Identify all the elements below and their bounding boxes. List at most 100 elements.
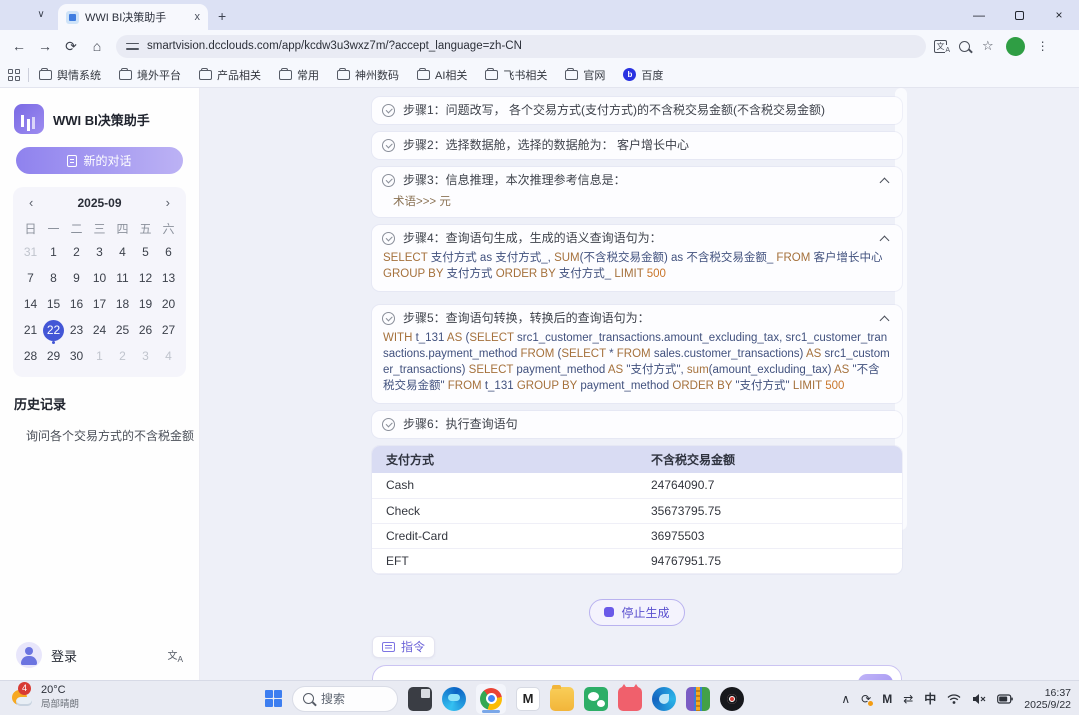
search-lens-icon[interactable] [959, 41, 970, 52]
calendar-day[interactable]: 2 [111, 345, 134, 367]
window-maximize-button[interactable] [999, 0, 1039, 30]
browser-menu-icon[interactable]: ⋮ [1037, 39, 1049, 53]
tab-close-icon[interactable]: x [195, 11, 201, 23]
back-icon[interactable]: ← [6, 38, 32, 54]
calendar-day[interactable]: 9 [65, 267, 88, 289]
translate-icon[interactable]: 文 [934, 40, 947, 53]
calendar-day[interactable]: 4 [157, 345, 180, 367]
calendar-day[interactable]: 16 [65, 293, 88, 315]
calendar-day[interactable]: 23 [65, 319, 88, 341]
bookmark-item[interactable]: 舆情系统 [39, 67, 101, 83]
calendar-day[interactable]: 7 [19, 267, 42, 289]
bookmark-item[interactable]: 常用 [279, 67, 319, 83]
stop-generating-button[interactable]: 停止生成 [589, 599, 684, 626]
file-explorer-icon[interactable] [550, 687, 574, 711]
calendar-day[interactable]: 1 [42, 241, 65, 263]
reload-icon[interactable]: ⟳ [58, 38, 84, 55]
tray-expand-icon[interactable]: ∧ [841, 692, 850, 706]
history-item[interactable]: 询问各个交易方式的不含税金额 [0, 413, 199, 444]
calendar-day[interactable]: 31 [19, 241, 42, 263]
home-icon[interactable]: ⌂ [84, 38, 110, 54]
bookmark-item[interactable]: AI相关 [417, 67, 467, 83]
chevron-up-icon[interactable] [881, 176, 890, 185]
calendar-day[interactable]: 13 [157, 267, 180, 289]
chevron-up-icon[interactable] [881, 234, 890, 243]
calendar-day[interactable]: 27 [157, 319, 180, 341]
red-cat-app-icon[interactable] [618, 687, 642, 711]
taskbar-search-box[interactable]: 搜索 [292, 686, 398, 712]
tab-search-icon[interactable]: ∨ [30, 7, 52, 24]
blue-app-icon[interactable] [652, 687, 676, 711]
calendar-day[interactable]: 1 [88, 345, 111, 367]
profile-avatar[interactable] [1006, 37, 1025, 56]
calendar-day[interactable]: 15 [42, 293, 65, 315]
forward-icon[interactable]: → [32, 38, 58, 54]
bookmark-item[interactable]: 产品相关 [199, 67, 261, 83]
markdown-app-icon[interactable]: M [516, 687, 540, 711]
window-minimize-button[interactable]: — [959, 0, 999, 30]
new-chat-button[interactable]: 新的对话 [16, 147, 183, 174]
calendar-day[interactable]: 28 [19, 345, 42, 367]
weather-widget[interactable]: 4 20°C 局部晴朗 [10, 684, 79, 710]
bookmark-item[interactable]: 神州数码 [337, 67, 399, 83]
new-chat-label: 新的对话 [83, 152, 131, 169]
login-button[interactable]: 登录 [51, 646, 167, 665]
bookmark-item[interactable]: 官网 [565, 67, 605, 83]
wechat-app-icon[interactable] [584, 687, 608, 711]
calendar-day[interactable]: 30 [65, 345, 88, 367]
bookmark-item[interactable]: 飞书相关 [485, 67, 547, 83]
tray-sync-icon[interactable]: ⟳ [861, 692, 871, 706]
calendar-day[interactable]: 5 [134, 241, 157, 263]
apps-grid-icon[interactable] [8, 69, 20, 81]
tray-transfer-icon[interactable]: ⇄ [903, 692, 913, 706]
calendar-day[interactable]: 4 [111, 241, 134, 263]
calendar-day[interactable]: 29 [42, 345, 65, 367]
tray-m-icon[interactable]: M [882, 692, 892, 706]
window-close-button[interactable]: × [1039, 0, 1079, 30]
battery-icon[interactable] [997, 694, 1013, 704]
calendar-day[interactable]: 3 [88, 241, 111, 263]
chevron-up-icon[interactable] [881, 314, 890, 323]
calendar-day[interactable]: 26 [134, 319, 157, 341]
calendar-day[interactable]: 25 [111, 319, 134, 341]
calendar-day[interactable]: 17 [88, 293, 111, 315]
bookmark-star-icon[interactable]: ☆ [982, 38, 994, 54]
calendar-day[interactable]: 14 [19, 293, 42, 315]
calendar-prev-icon[interactable]: ‹ [29, 195, 33, 210]
folder-icon [119, 70, 132, 80]
notepad-app-icon[interactable] [408, 687, 432, 711]
volume-muted-icon[interactable] [972, 693, 986, 705]
login-avatar-icon[interactable] [16, 642, 42, 668]
calendar-day-selected[interactable]: 22 [42, 319, 65, 341]
site-settings-icon[interactable] [126, 41, 139, 52]
calendar-next-icon[interactable]: › [166, 195, 170, 210]
calendar-day[interactable]: 24 [88, 319, 111, 341]
chrome-app-icon-active[interactable] [476, 684, 506, 714]
calendar-day[interactable]: 8 [42, 267, 65, 289]
winrar-app-icon[interactable] [686, 687, 710, 711]
edge-app-icon[interactable] [442, 687, 466, 711]
bookmark-item[interactable]: b百度 [623, 67, 663, 83]
new-tab-button[interactable]: + [218, 8, 226, 24]
calendar-day[interactable]: 18 [111, 293, 134, 315]
browser-tab[interactable]: WWI BI决策助手 x [58, 4, 208, 30]
command-chip-button[interactable]: 指令 [372, 636, 435, 658]
wifi-icon[interactable] [947, 693, 961, 705]
calendar-day[interactable]: 20 [157, 293, 180, 315]
recorder-app-icon[interactable] [720, 687, 744, 711]
calendar-day[interactable]: 21 [19, 319, 42, 341]
taskbar-clock[interactable]: 16:37 2025/9/22 [1024, 687, 1071, 711]
calendar-day[interactable]: 11 [111, 267, 134, 289]
calendar-day[interactable]: 10 [88, 267, 111, 289]
bookmark-item[interactable]: 境外平台 [119, 67, 181, 83]
calendar-day[interactable]: 12 [134, 267, 157, 289]
calendar-day[interactable]: 6 [157, 241, 180, 263]
calendar-day[interactable]: 2 [65, 241, 88, 263]
result-table-card: 支付方式不含税交易金额 Cash24764090.7Check35673795.… [372, 446, 902, 574]
calendar-day[interactable]: 3 [134, 345, 157, 367]
address-bar[interactable]: smartvision.dcclouds.com/app/kcdw3u3wxz7… [116, 35, 926, 58]
ime-indicator[interactable]: 中 [924, 690, 936, 707]
calendar-day[interactable]: 19 [134, 293, 157, 315]
start-button[interactable] [265, 690, 282, 707]
language-toggle-icon[interactable]: 文A [167, 647, 183, 664]
